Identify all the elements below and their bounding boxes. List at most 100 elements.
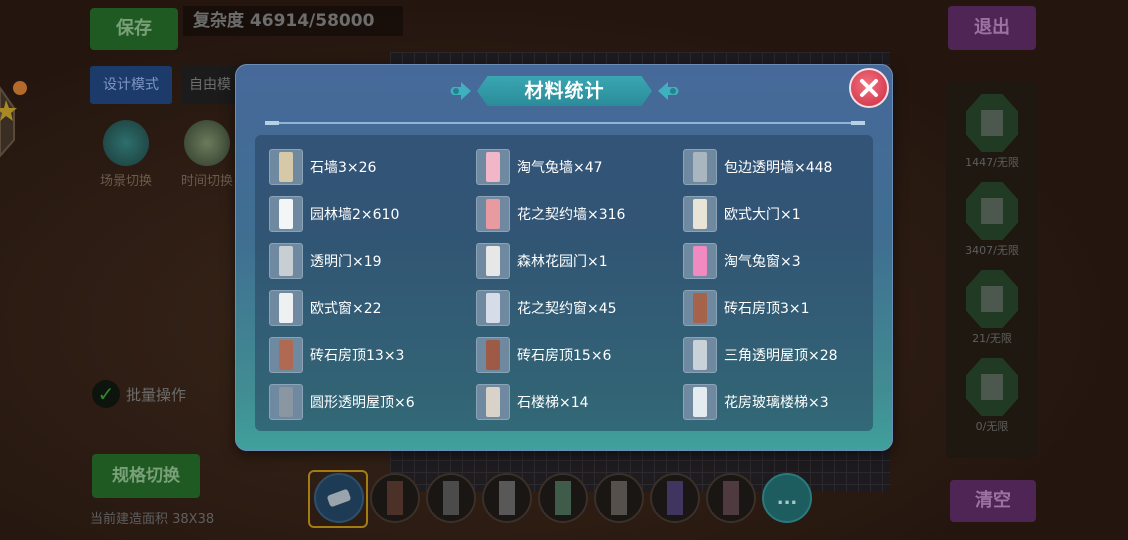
glass-door-icon <box>269 243 303 279</box>
toolbar-slot[interactable] <box>706 473 756 523</box>
toolbar-slot[interactable] <box>538 473 588 523</box>
edged-glass-wall-icon <box>683 149 717 185</box>
flower-wall-icon <box>476 196 510 232</box>
star-badge-icon <box>0 81 27 158</box>
material-label: 砖石房顶13×3 <box>310 348 405 364</box>
material-stats-dialog: 材料统计 石墙3×26 淘气兔墙×47 包边透明墙×448 园林墙2×610 花之契约墙… <box>235 64 893 451</box>
material-label: 砖石房顶15×6 <box>517 348 612 364</box>
material-count: 3407/无限 <box>965 244 1019 257</box>
material-label: 森林花园门×1 <box>517 254 608 270</box>
bunny-wall-icon <box>476 149 510 185</box>
design-mode-button[interactable]: 设计模式 <box>90 66 172 104</box>
time-switch-button[interactable]: 时间切换 <box>172 120 242 189</box>
material-label: 淘气兔窗×3 <box>724 254 801 270</box>
material-label: 包边透明墙×448 <box>724 160 833 176</box>
european-window-icon <box>269 290 303 326</box>
material-count: 0/无限 <box>975 420 1009 433</box>
brick-roof-pyramid-icon <box>269 337 303 373</box>
brick-roof-icon <box>683 290 717 326</box>
exit-button[interactable]: 退出 <box>948 6 1036 50</box>
material-slot-4[interactable]: 0/无限 <box>946 358 1038 434</box>
material-item: 淘气兔墙×47 <box>476 147 683 187</box>
material-item: 欧式窗×22 <box>269 288 476 328</box>
brick-roof-flat-icon <box>476 337 510 373</box>
material-slot-icon <box>966 358 1018 416</box>
complexity-counter: 复杂度 46914/58000 <box>183 6 403 36</box>
eraser-icon <box>327 489 351 507</box>
material-item: 三角透明屋顶×28 <box>683 335 869 375</box>
material-item: 圆形透明屋顶×6 <box>269 382 476 422</box>
material-item: 石墙3×26 <box>269 147 476 187</box>
material-item: 欧式大门×1 <box>683 194 869 234</box>
material-label: 三角透明屋顶×28 <box>724 348 838 364</box>
material-label: 圆形透明屋顶×6 <box>310 395 415 411</box>
material-item: 石楼梯×14 <box>476 382 683 422</box>
material-item: 花房玻璃楼梯×3 <box>683 382 869 422</box>
side-menu-tab[interactable] <box>0 78 30 158</box>
material-label: 花房玻璃楼梯×3 <box>724 395 829 411</box>
european-gate-icon <box>683 196 717 232</box>
material-item: 砖石房顶3×1 <box>683 288 869 328</box>
material-slot-icon <box>966 270 1018 328</box>
material-item: 透明门×19 <box>269 241 476 281</box>
right-ornament-icon <box>658 82 679 100</box>
material-label: 花之契约窗×45 <box>517 301 617 317</box>
material-label: 园林墙2×610 <box>310 207 400 223</box>
stone-stairs-icon <box>476 384 510 420</box>
garden-wall-icon <box>269 196 303 232</box>
batch-label: 批量操作 <box>126 385 187 404</box>
material-item: 包边透明墙×448 <box>683 147 869 187</box>
material-slot-icon <box>966 182 1018 240</box>
spec-switch-button[interactable]: 规格切换 <box>92 454 200 498</box>
time-switch-label: 时间切换 <box>180 174 233 189</box>
toolbar-slot[interactable] <box>370 473 420 523</box>
material-slot-1[interactable]: 1447/无限 <box>946 94 1038 170</box>
material-item: 园林墙2×610 <box>269 194 476 234</box>
material-label: 花之契约墙×316 <box>517 207 626 223</box>
toolbar-slot[interactable] <box>426 473 476 523</box>
more-tools-button[interactable]: ... <box>762 473 812 523</box>
batch-operation-toggle[interactable]: ✓ 批量操作 <box>92 380 186 408</box>
material-item: 森林花园门×1 <box>476 241 683 281</box>
material-label: 淘气兔墙×47 <box>517 160 603 176</box>
material-label: 石墙3×26 <box>310 160 377 176</box>
title-divider <box>265 121 865 125</box>
bunny-window-icon <box>683 243 717 279</box>
material-label: 砖石房顶3×1 <box>724 301 810 317</box>
forest-garden-door-icon <box>476 243 510 279</box>
material-count: 1447/无限 <box>965 156 1019 169</box>
material-slot-icon <box>966 94 1018 152</box>
save-button[interactable]: 保存 <box>90 8 178 50</box>
eraser-tool[interactable] <box>314 473 364 523</box>
materials-list-panel: 石墙3×26 淘气兔墙×47 包边透明墙×448 园林墙2×610 花之契约墙×316 欧… <box>255 135 873 431</box>
toolbar-slot[interactable] <box>594 473 644 523</box>
toolbar-slot[interactable] <box>482 473 532 523</box>
triangle-glass-roof-icon <box>683 337 717 373</box>
scene-icon <box>103 120 149 166</box>
scene-switch-button[interactable]: 场景切换 <box>92 120 160 189</box>
material-slot-3[interactable]: 21/无限 <box>946 270 1038 346</box>
clear-button[interactable]: 清空 <box>950 480 1036 522</box>
toolbar-slot[interactable] <box>650 473 700 523</box>
stone-wall-icon <box>269 149 303 185</box>
flower-window-icon <box>476 290 510 326</box>
material-slot-2[interactable]: 3407/无限 <box>946 182 1038 258</box>
material-item: 砖石房顶13×3 <box>269 335 476 375</box>
materials-grid: 石墙3×26 淘气兔墙×47 包边透明墙×448 园林墙2×610 花之契约墙×316 欧… <box>269 147 869 429</box>
material-label: 欧式大门×1 <box>724 207 801 223</box>
close-button[interactable] <box>849 68 889 108</box>
close-icon <box>860 79 878 97</box>
scene-switch-label: 场景切换 <box>99 174 152 189</box>
material-item: 淘气兔窗×3 <box>683 241 869 281</box>
check-icon: ✓ <box>92 380 120 408</box>
greenhouse-glass-stairs-icon <box>683 384 717 420</box>
material-count: 21/无限 <box>972 332 1012 345</box>
dialog-title: 材料统计 <box>524 80 605 102</box>
material-item: 花之契约窗×45 <box>476 288 683 328</box>
material-item: 花之契约墙×316 <box>476 194 683 234</box>
free-mode-button[interactable]: 自由模 <box>182 66 238 104</box>
material-label: 石楼梯×14 <box>517 395 589 411</box>
material-label: 透明门×19 <box>310 254 382 270</box>
round-glass-roof-icon <box>269 384 303 420</box>
material-item: 砖石房顶15×6 <box>476 335 683 375</box>
